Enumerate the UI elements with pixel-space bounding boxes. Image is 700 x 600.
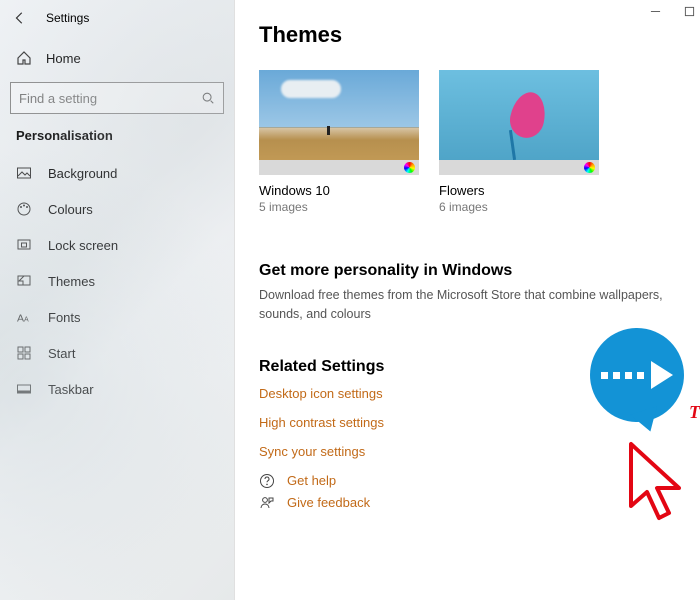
home-icon	[16, 50, 32, 66]
arrow-right-icon	[601, 361, 673, 389]
picture-icon	[16, 165, 32, 181]
more-text: Download free themes from the Microsoft …	[259, 286, 676, 324]
sidebar-item-label: Fonts	[48, 310, 81, 325]
link-high-contrast-settings[interactable]: High contrast settings	[259, 415, 676, 430]
feedback-icon	[259, 495, 275, 511]
maximize-button[interactable]	[682, 4, 696, 18]
sidebar-item-themes[interactable]: Themes	[0, 263, 234, 299]
sidebar-category: Personalisation	[0, 128, 234, 147]
svg-text:A: A	[24, 316, 29, 323]
sidebar-item-label: Themes	[48, 274, 95, 289]
link-get-help[interactable]: Get help	[287, 473, 336, 488]
back-button[interactable]	[12, 10, 28, 26]
sidebar-item-label: Taskbar	[48, 382, 94, 397]
link-give-feedback[interactable]: Give feedback	[287, 495, 370, 510]
theme-thumbnail	[439, 70, 599, 175]
color-wheel-icon	[404, 162, 415, 173]
sidebar-home[interactable]: Home	[0, 42, 234, 74]
sidebar-item-label: Colours	[48, 202, 93, 217]
sidebar-item-lock-screen[interactable]: Lock screen	[0, 227, 234, 263]
sidebar-item-start[interactable]: Start	[0, 335, 234, 371]
sidebar-item-label: Lock screen	[48, 238, 118, 253]
more-heading: Get more personality in Windows	[259, 262, 676, 280]
sidebar-item-fonts[interactable]: AA Fonts	[0, 299, 234, 335]
annotation-watermark: TheTechMentor.com	[689, 402, 700, 423]
theme-subtitle: 5 images	[259, 200, 419, 214]
theme-card[interactable]: Windows 10 5 images	[259, 70, 419, 214]
theme-subtitle: 6 images	[439, 200, 599, 214]
sidebar-home-label: Home	[46, 51, 81, 66]
theme-name: Flowers	[439, 183, 599, 198]
theme-thumbnail	[259, 70, 419, 175]
sidebar-item-taskbar[interactable]: Taskbar	[0, 371, 234, 407]
lock-screen-icon	[16, 237, 32, 253]
color-wheel-icon	[584, 162, 595, 173]
themes-icon	[16, 273, 32, 289]
search-icon	[201, 91, 215, 105]
sidebar-item-label: Start	[48, 346, 75, 361]
sidebar-item-label: Background	[48, 166, 117, 181]
start-icon	[16, 345, 32, 361]
window-title: Settings	[46, 11, 89, 25]
help-icon	[259, 473, 275, 489]
link-sync-your-settings[interactable]: Sync your settings	[259, 444, 676, 459]
minimize-button[interactable]	[648, 4, 662, 18]
theme-name: Windows 10	[259, 183, 419, 198]
fonts-icon: AA	[16, 309, 32, 325]
theme-card[interactable]: Flowers 6 images	[439, 70, 599, 214]
annotation-bubble	[590, 328, 684, 422]
arrow-left-icon	[13, 11, 27, 25]
taskbar-icon	[16, 381, 32, 397]
palette-icon	[16, 201, 32, 217]
sidebar-item-background[interactable]: Background	[0, 155, 234, 191]
search-box[interactable]	[10, 82, 224, 114]
svg-text:A: A	[17, 312, 24, 324]
search-input[interactable]	[19, 91, 201, 106]
sidebar-item-colours[interactable]: Colours	[0, 191, 234, 227]
page-title: Themes	[259, 22, 676, 48]
